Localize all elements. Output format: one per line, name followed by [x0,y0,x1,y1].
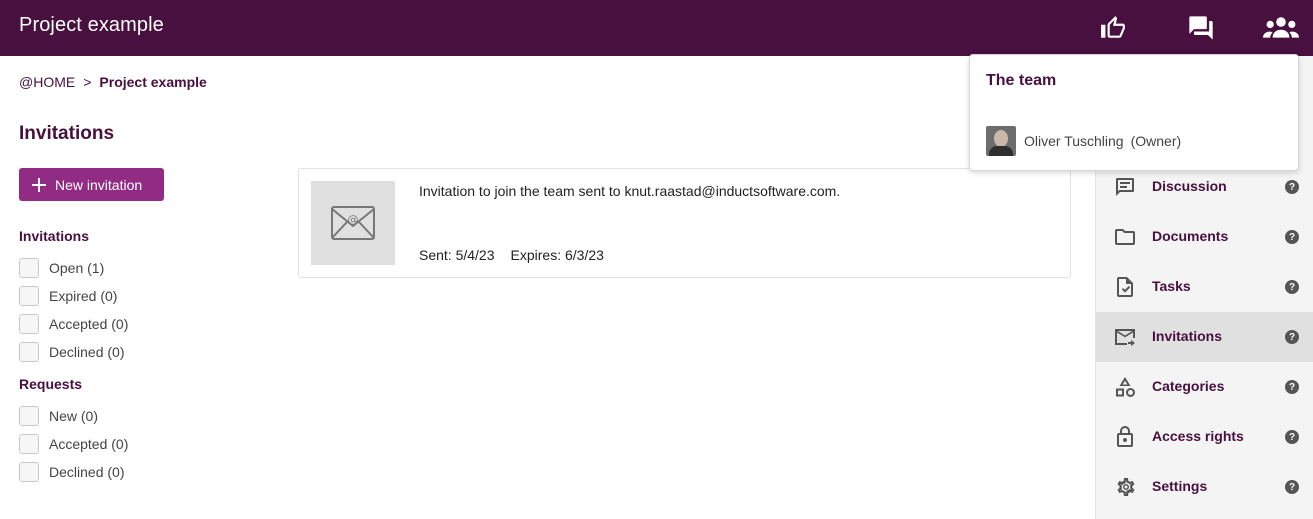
plus-icon [32,177,46,192]
top-bar: Project example [0,0,1313,56]
filter-open-checkbox[interactable] [19,258,39,278]
help-icon[interactable]: ? [1285,230,1299,244]
filter-open-label: Open (1) [49,260,105,276]
filter-request-accepted-label: Accepted (0) [49,436,129,452]
breadcrumb-separator: > [83,74,92,90]
filter-request-new-label: New (0) [49,408,99,424]
team-member[interactable]: Oliver Tuschling (Owner) [986,126,1181,156]
invitation-expires-date: Expires: 6/3/23 [510,247,604,263]
sidebar-item-label: Documents [1152,228,1229,244]
team-icon[interactable] [1263,12,1299,44]
sidebar-item-access-rights[interactable]: Access rights ? [1096,412,1313,462]
filter-expired-checkbox[interactable] [19,286,39,306]
lock-icon [1113,425,1137,449]
invitation-dates: Sent: 5/4/23 Expires: 6/3/23 [419,247,604,263]
filter-expired[interactable]: Expired (0) [19,285,117,307]
filter-declined-label: Declined (0) [49,344,125,360]
breadcrumb: @HOME > Project example [19,74,207,90]
folder-icon [1113,225,1137,249]
sidebar-item-tasks[interactable]: Tasks ? [1096,262,1313,312]
filter-expired-label: Expired (0) [49,288,118,304]
help-icon[interactable]: ? [1285,430,1299,444]
filter-accepted-checkbox[interactable] [19,314,39,334]
help-icon[interactable]: ? [1285,380,1299,394]
sidebar-item-invitations[interactable]: Invitations ? [1096,312,1313,362]
task-icon [1113,275,1137,299]
page-title: Invitations [19,123,115,144]
sidebar-item-label: Access rights [1152,428,1244,444]
filter-request-new[interactable]: New (0) [19,405,98,427]
invitation-sent-date: Sent: 5/4/23 [419,247,495,263]
sidebar-item-label: Categories [1152,378,1225,394]
discussion-icon [1113,175,1137,199]
team-popup-title: The team [986,72,1057,89]
app-title: Project example [19,14,164,36]
filter-request-declined-label: Declined (0) [49,464,125,480]
sidebar-item-documents[interactable]: Documents ? [1096,212,1313,262]
invitation-card[interactable]: @ Invitation to join the team sent to kn… [298,168,1071,278]
team-member-name: Oliver Tuschling [1024,133,1124,149]
sidebar-item-settings[interactable]: Settings ? [1096,462,1313,512]
team-member-role: (Owner) [1130,133,1182,149]
help-icon[interactable]: ? [1285,280,1299,294]
sidebar-item-label: Invitations [1152,328,1223,344]
new-invitation-label: New invitation [55,176,143,193]
chat-icon[interactable] [1185,12,1217,44]
svg-text:@: @ [348,213,359,226]
help-icon[interactable]: ? [1285,180,1299,194]
breadcrumb-current[interactable]: Project example [99,74,206,90]
help-icon[interactable]: ? [1285,330,1299,344]
filter-accepted[interactable]: Accepted (0) [19,313,128,335]
filter-request-declined[interactable]: Declined (0) [19,461,124,483]
shapes-icon [1113,375,1137,399]
filter-request-new-checkbox[interactable] [19,406,39,426]
email-envelope-icon: @ [331,206,375,240]
filter-declined[interactable]: Declined (0) [19,341,124,363]
invitation-message: Invitation to join the team sent to knut… [419,183,841,199]
filter-accepted-label: Accepted (0) [49,316,129,332]
sidebar-item-label: Settings [1152,478,1208,494]
new-invitation-button[interactable]: New invitation [19,168,164,201]
sidebar-item-categories[interactable]: Categories ? [1096,362,1313,412]
mail-thumbnail: @ [311,181,395,265]
filter-request-declined-checkbox[interactable] [19,462,39,482]
filter-request-accepted-checkbox[interactable] [19,434,39,454]
filter-declined-checkbox[interactable] [19,342,39,362]
filter-open[interactable]: Open (1) [19,257,104,279]
gear-icon [1113,475,1137,499]
team-popup: The team Oliver Tuschling (Owner) [969,54,1299,171]
breadcrumb-home[interactable]: @HOME [19,74,75,90]
help-icon[interactable]: ? [1285,480,1299,494]
avatar [986,126,1016,156]
requests-filter-heading: Requests [19,376,83,392]
sidebar-item-label: Tasks [1152,278,1191,294]
invitations-filter-heading: Invitations [19,228,90,244]
filter-request-accepted[interactable]: Accepted (0) [19,433,128,455]
sidebar-item-label: Discussion [1152,178,1227,194]
thumbs-up-icon[interactable] [1097,12,1129,44]
mail-icon [1113,325,1137,349]
